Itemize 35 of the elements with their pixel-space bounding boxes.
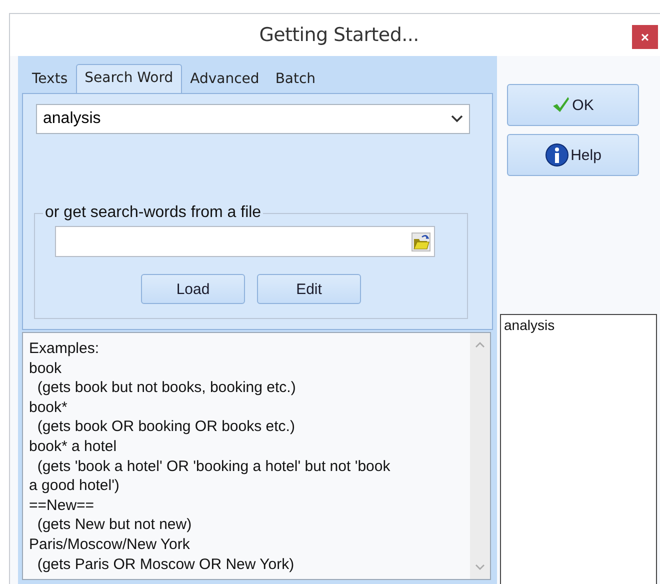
tab[interactable]: Advanced <box>182 67 268 93</box>
tab[interactable]: Texts <box>24 67 76 93</box>
chevron-up-icon[interactable] <box>475 341 485 348</box>
group-legend: or get search-words from a file <box>43 204 264 222</box>
search-word-input: analysis <box>43 110 451 128</box>
window-title: Getting Started... <box>259 24 419 46</box>
example-line: (gets book but not books, booking etc.) <box>36 378 297 398</box>
tab[interactable]: Search Word <box>76 64 182 93</box>
word-list[interactable]: analysis <box>500 314 657 584</box>
file-path-field[interactable] <box>55 226 435 257</box>
tab[interactable]: Batch <box>267 67 324 93</box>
info-icon <box>544 143 569 167</box>
file-action-button[interactable]: Load <box>141 274 245 304</box>
example-line: Examples: <box>29 339 100 359</box>
example-line: book* <box>29 398 68 418</box>
example-line: (gets New but not new) <box>36 515 193 535</box>
example-line: (gets Paris OR Moscow OR New York) <box>36 554 296 574</box>
close-button[interactable]: × <box>632 25 658 49</box>
search-word-combo[interactable]: analysis <box>36 104 470 134</box>
example-line: book* a hotel <box>29 436 118 457</box>
example-line: ==New== <box>29 496 96 516</box>
example-line: Paris/Moscow/New York <box>29 534 191 555</box>
ok-button[interactable]: OK <box>507 84 639 126</box>
word-list-item[interactable]: analysis <box>504 317 653 333</box>
checkmark-icon <box>552 96 570 114</box>
example-line: (gets 'book a hotel' OR 'booking a hotel' but not 'book <box>36 456 392 476</box>
file-action-button[interactable]: Edit <box>257 274 361 304</box>
chevron-down-icon[interactable] <box>475 564 485 571</box>
folder-icon[interactable] <box>411 232 431 252</box>
scrollbar[interactable] <box>470 333 490 579</box>
example-line: a good hotel') <box>29 476 120 496</box>
chevron-down-icon <box>451 115 463 123</box>
example-line: (gets book OR booking OR books etc.) <box>36 417 296 437</box>
example-line: book <box>29 358 63 378</box>
help-button[interactable]: Help <box>507 134 639 176</box>
